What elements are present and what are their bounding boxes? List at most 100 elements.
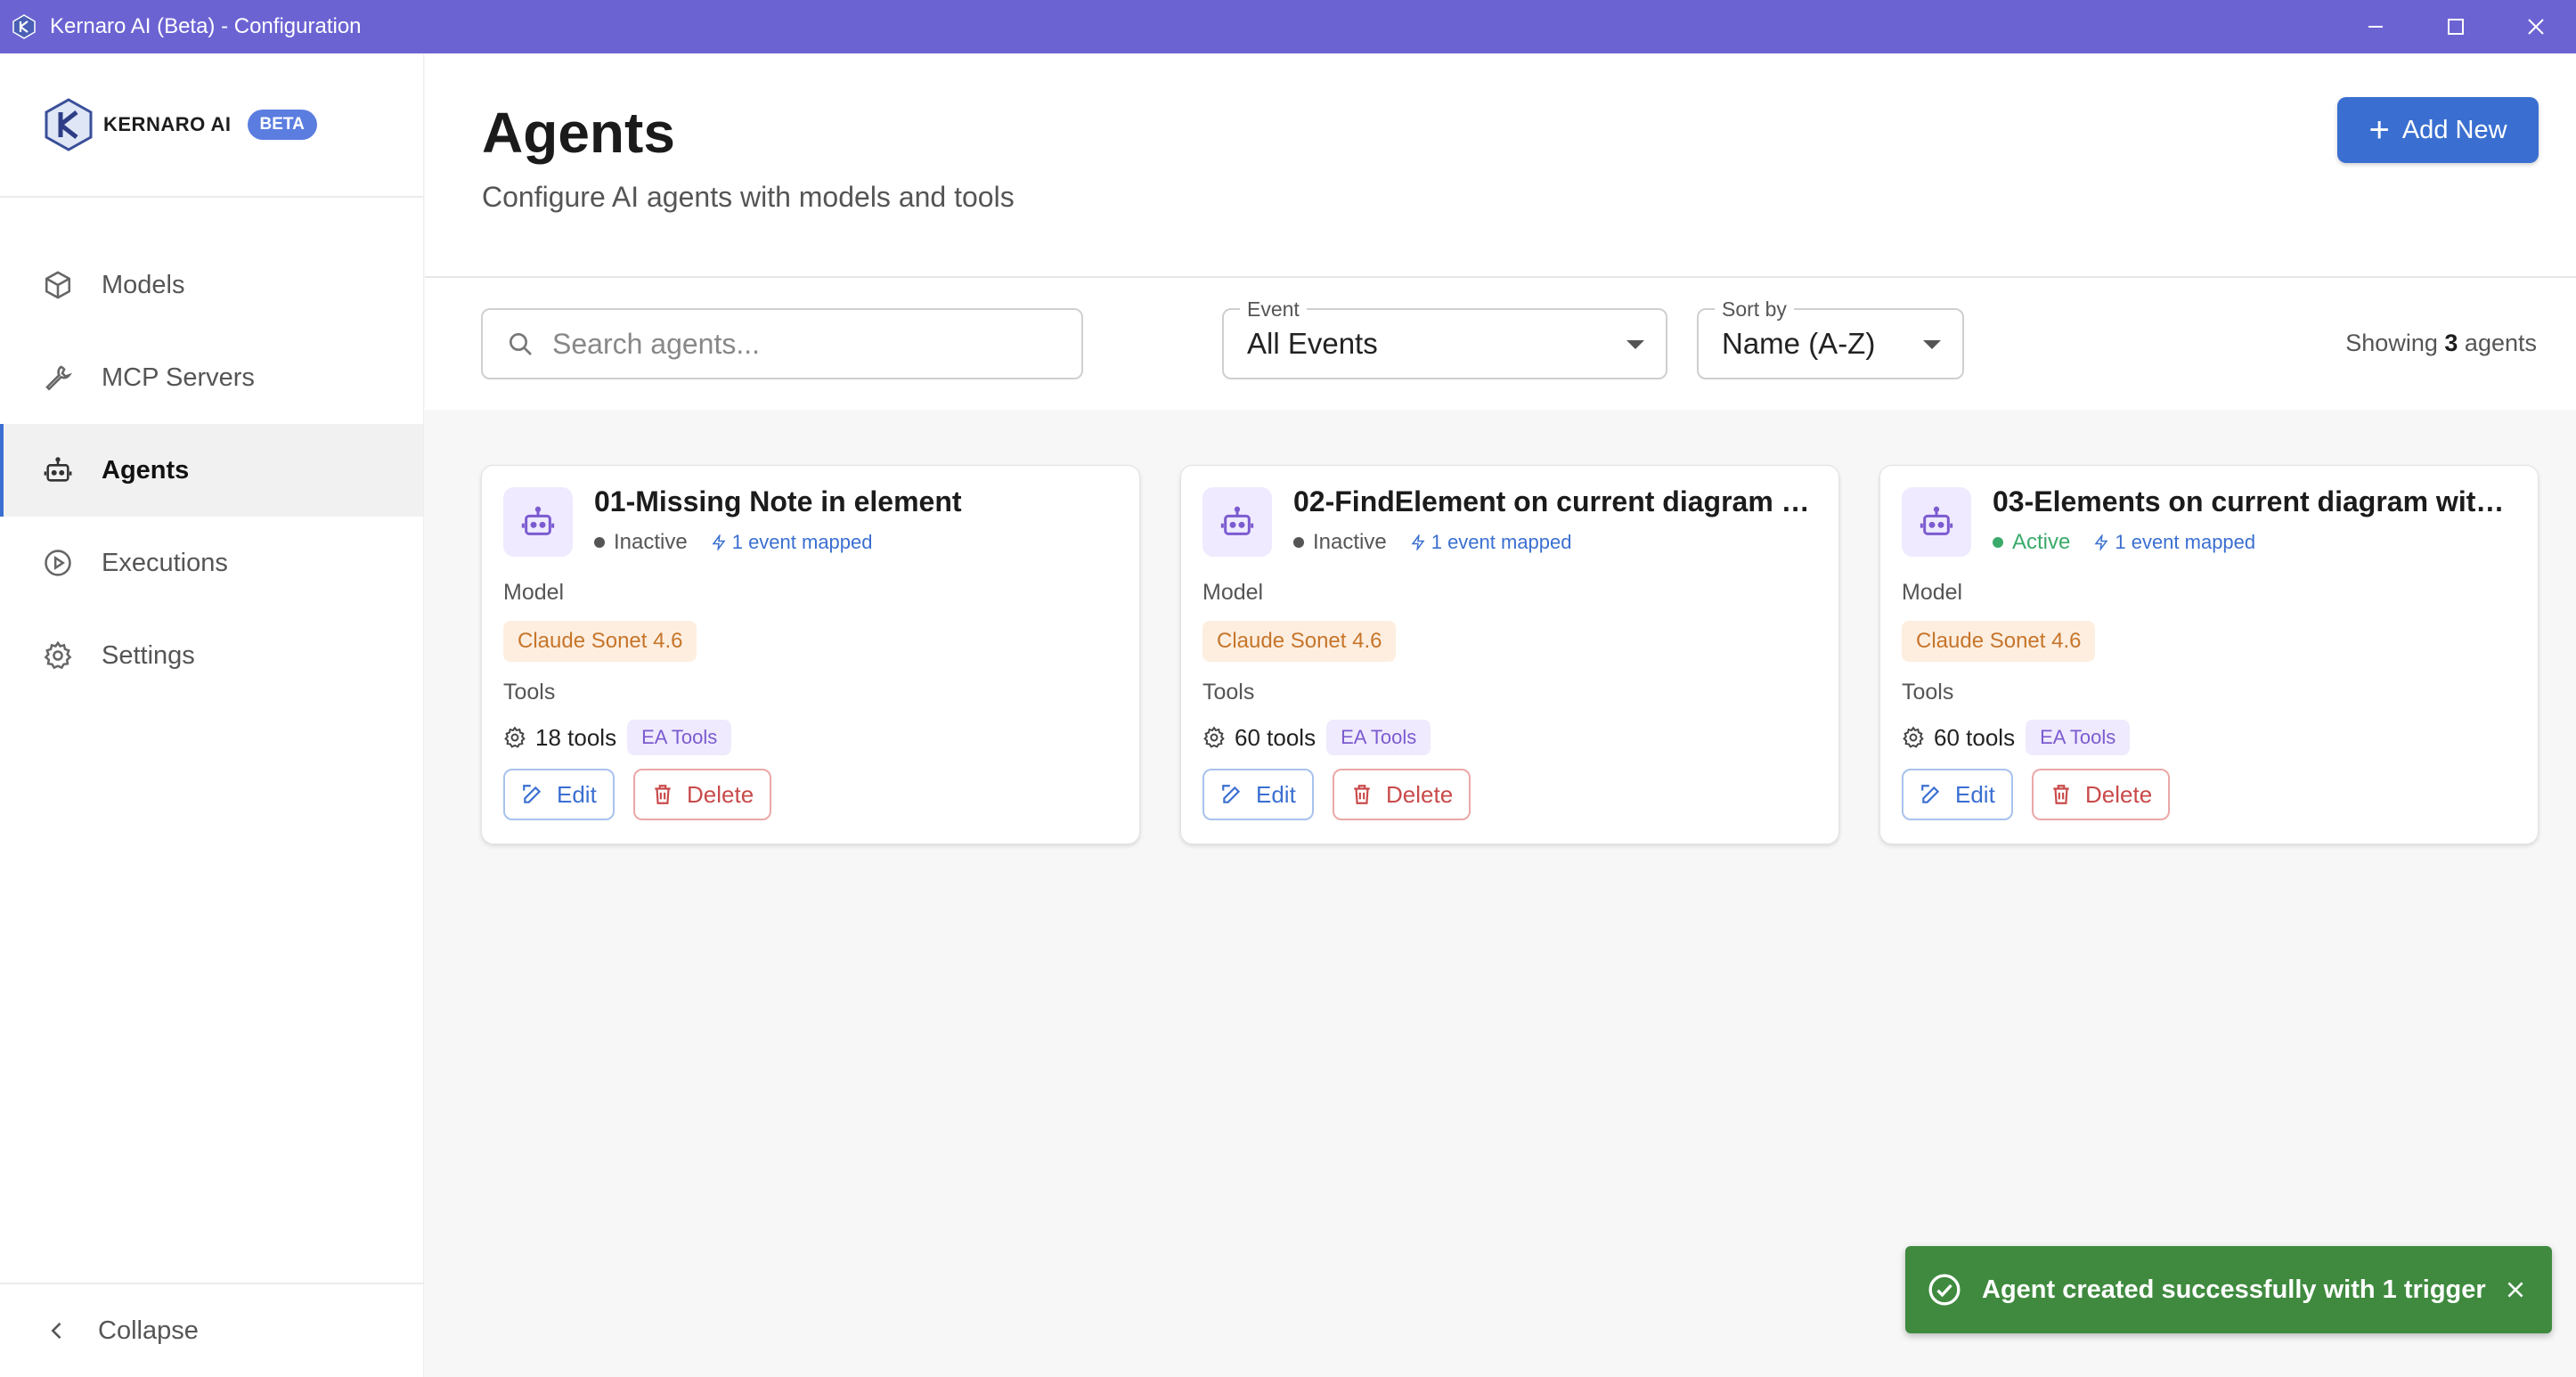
app-logo-icon xyxy=(12,14,36,39)
logo-area: KERNARO AI BETA xyxy=(0,53,423,198)
gear-icon xyxy=(1903,726,1924,748)
add-new-label: Add New xyxy=(2401,115,2507,144)
lightning-icon xyxy=(712,534,726,550)
sidebar-item-label: MCP Servers xyxy=(102,363,255,392)
event-filter-value: All Events xyxy=(1247,327,1378,360)
collapse-button[interactable]: Collapse xyxy=(0,1283,424,1377)
tools-count: 60 tools xyxy=(1934,723,2016,751)
collapse-label: Collapse xyxy=(98,1316,199,1345)
sidebar-item-label: Models xyxy=(102,270,185,299)
edit-button[interactable]: Edit xyxy=(1202,769,1314,820)
edit-icon xyxy=(1921,785,1940,803)
title-bar: Kernaro AI (Beta) - Configuration xyxy=(0,0,2576,53)
delete-button[interactable]: Delete xyxy=(1333,769,1471,820)
page-header: Agents Configure AI agents with models a… xyxy=(425,53,2576,278)
gear-icon xyxy=(504,726,526,748)
plus-icon: + xyxy=(2368,110,2390,150)
cube-icon xyxy=(45,271,71,299)
sidebar-item-mcp-servers[interactable]: MCP Servers xyxy=(0,331,423,424)
page-title: Agents xyxy=(482,101,675,165)
edit-button[interactable]: Edit xyxy=(503,769,615,820)
sidebar-nav: Models MCP Servers Agents Executions Set… xyxy=(0,198,423,702)
event-filter-label: Event xyxy=(1240,297,1307,322)
model-label: Model xyxy=(503,580,565,605)
tools-row: 60 tools EA Tools xyxy=(1902,720,2131,755)
tool-group-chip: EA Tools xyxy=(627,720,732,755)
search-input[interactable] xyxy=(552,327,1069,361)
event-filter-select[interactable]: Event All Events xyxy=(1222,297,1667,379)
search-box[interactable] xyxy=(481,308,1083,379)
sidebar: KERNARO AI BETA Models MCP Servers Agent… xyxy=(0,53,424,1377)
status-text: Inactive xyxy=(614,530,688,554)
main-content: Agents Configure AI agents with models a… xyxy=(425,53,2576,1377)
agent-card[interactable]: 03-Elements on current diagram with ... … xyxy=(1879,465,2539,844)
maximize-button[interactable] xyxy=(2416,0,2496,53)
sidebar-item-executions[interactable]: Executions xyxy=(0,517,423,609)
agent-avatar xyxy=(1202,487,1272,557)
close-window-button[interactable] xyxy=(2496,0,2576,53)
agent-card[interactable]: 02-FindElement on current diagram wi... … xyxy=(1180,465,1839,844)
status-text: Inactive xyxy=(1313,530,1387,554)
agent-avatar xyxy=(503,487,573,557)
kernaro-logo-icon xyxy=(45,98,93,151)
minimize-button[interactable] xyxy=(2336,0,2416,53)
dropdown-arrow-icon xyxy=(1626,340,1644,349)
agent-card[interactable]: 01-Missing Note in element Inactive 1 ev… xyxy=(481,465,1140,844)
tools-row: 60 tools EA Tools xyxy=(1202,720,1431,755)
play-circle-icon xyxy=(45,550,71,576)
edit-icon xyxy=(1222,785,1241,803)
window-title: Kernaro AI (Beta) - Configuration xyxy=(50,14,362,38)
model-chip: Claude Sonet 4.6 xyxy=(1902,621,2096,662)
tools-label: Tools xyxy=(503,680,556,705)
showing-count: Showing 3 agents xyxy=(2345,330,2537,356)
trash-icon xyxy=(1354,785,1370,804)
robot-icon xyxy=(44,457,72,482)
status-dot xyxy=(1993,537,2003,548)
toast-message: Agent created successfully with 1 trigge… xyxy=(1982,1275,2486,1304)
success-toast: Agent created successfully with 1 trigge… xyxy=(1905,1246,2552,1333)
add-new-button[interactable]: + Add New xyxy=(2337,97,2539,163)
edit-button[interactable]: Edit xyxy=(1902,769,2013,820)
status-dot xyxy=(594,537,605,548)
tools-label: Tools xyxy=(1902,680,1954,705)
tools-label: Tools xyxy=(1202,680,1255,705)
delete-button[interactable]: Delete xyxy=(633,769,772,820)
sidebar-item-models[interactable]: Models xyxy=(0,239,423,331)
sort-by-value: Name (A-Z) xyxy=(1722,327,1876,360)
model-label: Model xyxy=(1902,580,1963,605)
model-chip: Claude Sonet 4.6 xyxy=(1202,621,1397,662)
logo-text: KERNARO AI xyxy=(103,113,232,135)
event-mapped-badge: 1 event mapped xyxy=(2093,531,2255,554)
event-mapped-badge: 1 event mapped xyxy=(1410,531,1572,554)
chevron-left-icon xyxy=(51,1322,61,1340)
sort-by-select[interactable]: Sort by Name (A-Z) xyxy=(1697,297,1964,379)
agent-status-row: Inactive 1 event mapped xyxy=(1293,530,1572,555)
agent-name: 03-Elements on current diagram with ... xyxy=(1993,485,2518,517)
model-chip: Claude Sonet 4.6 xyxy=(503,621,697,662)
search-icon xyxy=(509,333,532,355)
trash-icon xyxy=(2053,785,2069,804)
lightning-icon xyxy=(1411,534,1425,550)
tools-row: 18 tools EA Tools xyxy=(503,720,732,755)
beta-badge: BETA xyxy=(247,110,317,140)
sidebar-item-agents[interactable]: Agents xyxy=(0,424,423,517)
delete-button[interactable]: Delete xyxy=(2032,769,2171,820)
agent-name: 01-Missing Note in element xyxy=(594,485,962,517)
dropdown-arrow-icon xyxy=(1923,340,1941,349)
robot-icon xyxy=(521,506,555,535)
close-icon xyxy=(2528,19,2544,35)
gear-icon xyxy=(1203,726,1225,748)
page-subtitle: Configure AI agents with models and tool… xyxy=(482,181,1015,213)
edit-icon xyxy=(523,785,542,803)
close-icon[interactable] xyxy=(2504,1278,2527,1301)
agent-avatar xyxy=(1902,487,1971,557)
sidebar-item-label: Agents xyxy=(102,455,190,485)
tool-group-chip: EA Tools xyxy=(2026,720,2131,755)
maximize-icon xyxy=(2448,19,2464,35)
status-text: Active xyxy=(2012,530,2071,554)
sidebar-item-settings[interactable]: Settings xyxy=(0,609,423,702)
status-dot xyxy=(1293,537,1304,548)
lightning-icon xyxy=(2094,534,2108,550)
event-mapped-badge: 1 event mapped xyxy=(711,531,873,554)
gear-icon xyxy=(44,640,72,670)
